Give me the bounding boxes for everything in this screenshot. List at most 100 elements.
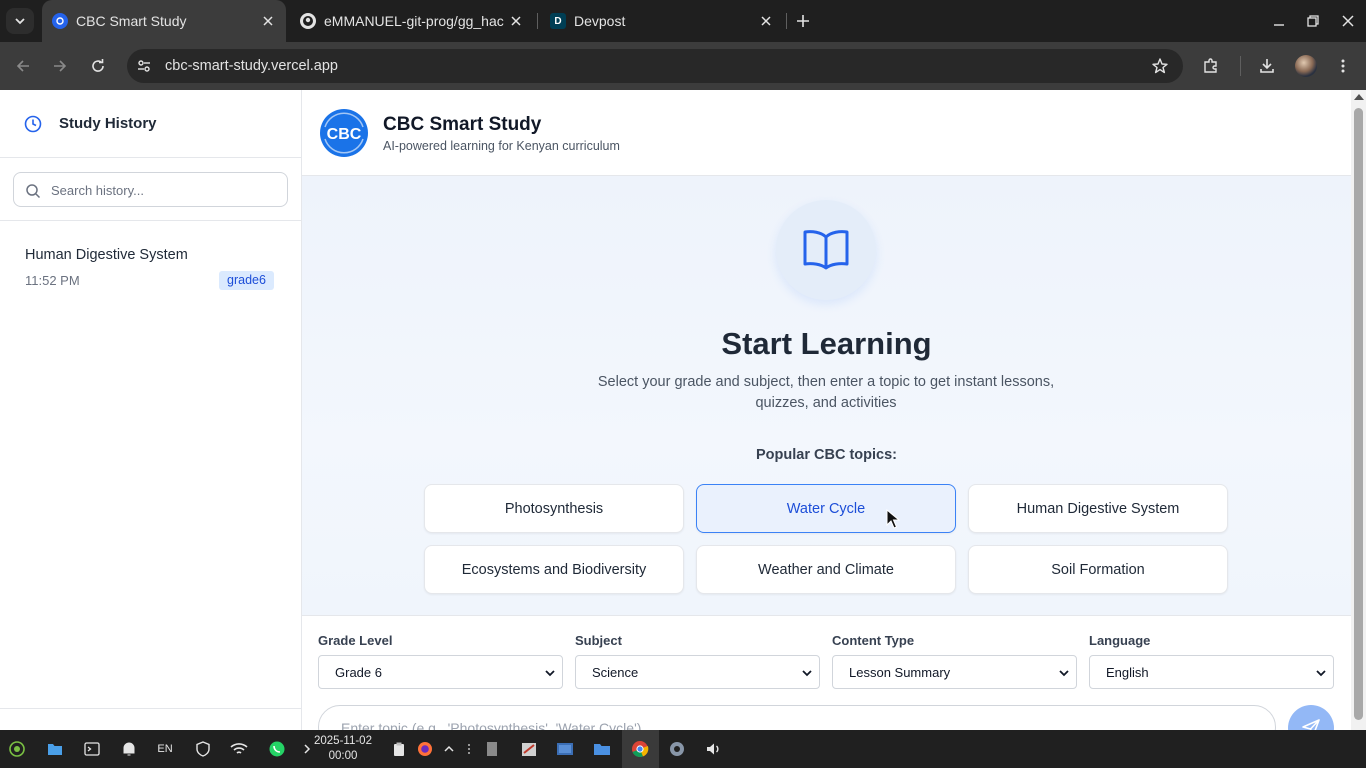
chevron-down-icon	[545, 670, 555, 677]
language-value: English	[1106, 665, 1149, 680]
grip-icon	[460, 740, 478, 758]
topic-button-human-digestive-system[interactable]: Human Digestive System	[968, 484, 1228, 533]
subject-label: Subject	[575, 633, 622, 648]
restore-button[interactable]	[1302, 10, 1324, 32]
history-search-input[interactable]	[51, 180, 276, 200]
sidebar-title: Study History	[59, 115, 157, 132]
shield-icon[interactable]	[194, 740, 212, 758]
topic-button-photosynthesis[interactable]: Photosynthesis	[424, 484, 684, 533]
notifications-bell-icon[interactable]	[120, 740, 138, 758]
history-search-box[interactable]	[13, 172, 288, 207]
site-info-icon[interactable]	[135, 57, 153, 75]
grade-level-value: Grade 6	[335, 665, 382, 680]
popular-topics-label: Popular CBC topics:	[756, 447, 897, 463]
plus-icon	[797, 15, 809, 27]
subject-select[interactable]: Science	[575, 655, 820, 689]
extensions-button[interactable]	[1199, 54, 1223, 78]
history-item-time: 11:52 PM	[25, 273, 80, 288]
volume-icon[interactable]	[705, 740, 723, 758]
address-bar[interactable]: cbc-smart-study.vercel.app	[127, 49, 1183, 83]
mouse-cursor-icon	[886, 509, 900, 529]
calendar-app-icon[interactable]	[520, 740, 538, 758]
settings-app-icon[interactable]	[668, 740, 686, 758]
study-history-sidebar: Study History Human Digestive System 11:…	[0, 90, 302, 730]
chevron-down-icon	[1059, 670, 1069, 677]
taskbar-time: 00:00	[328, 750, 358, 762]
grade-badge: grade6	[219, 271, 274, 290]
send-button[interactable]	[1288, 705, 1334, 730]
browser-tab-strip: CBC Smart Study eMMANUEL-git-prog/gg_hac…	[0, 0, 1366, 42]
grade-level-label: Grade Level	[318, 633, 393, 648]
tab-title: CBC Smart Study	[76, 13, 187, 29]
tab-devpost[interactable]: D Devpost	[540, 0, 784, 42]
language-label: Language	[1089, 633, 1151, 648]
tab-github[interactable]: eMMANUEL-git-prog/gg_hac	[290, 0, 534, 42]
bookmark-star-icon[interactable]	[1151, 57, 1169, 75]
system-menu-icon[interactable]	[8, 740, 26, 758]
app-header: CBC CBC Smart Study AI-powered learning …	[302, 90, 1351, 176]
topic-input[interactable]	[341, 717, 1241, 730]
back-button[interactable]	[11, 54, 35, 78]
close-window-button[interactable]	[1337, 10, 1359, 32]
github-icon	[300, 13, 316, 29]
close-icon[interactable]	[758, 13, 774, 29]
content-type-label: Content Type	[832, 633, 915, 648]
tab-cbc-smart-study[interactable]: CBC Smart Study	[42, 0, 286, 42]
tab-title: Devpost	[574, 13, 626, 29]
chrome-icon[interactable]	[631, 740, 649, 758]
reload-button[interactable]	[86, 54, 110, 78]
profile-avatar[interactable]	[1295, 55, 1317, 77]
topic-button-water-cycle[interactable]: Water Cycle	[696, 484, 956, 533]
scroll-up-arrow-icon[interactable]	[1354, 94, 1364, 100]
file-manager-icon[interactable]	[556, 740, 574, 758]
tray-expand-icon[interactable]	[440, 740, 458, 758]
files-icon[interactable]	[46, 740, 64, 758]
new-tab-button[interactable]	[792, 10, 814, 32]
search-icon	[26, 184, 41, 199]
chevron-down-icon	[802, 670, 812, 677]
tab-search-button[interactable]	[6, 8, 34, 34]
scrollbar-thumb[interactable]	[1354, 108, 1363, 720]
start-learning-description: Select your grade and subject, then ente…	[597, 374, 1055, 411]
content-type-select[interactable]: Lesson Summary	[832, 655, 1077, 689]
tab-divider	[786, 13, 787, 29]
puzzle-icon	[1204, 58, 1217, 73]
download-icon	[1260, 59, 1274, 73]
language-select[interactable]: English	[1089, 655, 1334, 689]
page-scrollbar[interactable]	[1351, 90, 1366, 730]
document-viewer-icon[interactable]	[483, 740, 501, 758]
clipboard-icon[interactable]	[390, 740, 408, 758]
close-icon[interactable]	[508, 13, 524, 29]
topic-input-box[interactable]	[318, 705, 1276, 730]
toolbar-divider	[1240, 56, 1241, 76]
downloads-button[interactable]	[1255, 54, 1279, 78]
study-controls: Grade Level Grade 6 Subject Science Cont…	[302, 615, 1351, 730]
whatsapp-icon[interactable]	[268, 740, 286, 758]
url-text: cbc-smart-study.vercel.app	[165, 58, 338, 74]
grade-level-select[interactable]: Grade 6	[318, 655, 563, 689]
taskbar-date: 2025-11-02	[314, 735, 372, 747]
chevron-down-icon	[1316, 670, 1326, 677]
terminal-icon[interactable]	[83, 740, 101, 758]
topic-button-soil-formation[interactable]: Soil Formation	[968, 545, 1228, 594]
tab-divider	[537, 13, 538, 29]
sidebar-header: Study History	[0, 90, 301, 158]
folder-icon[interactable]	[593, 740, 611, 758]
taskbar-clock[interactable]: 2025-11-02 00:00	[314, 734, 372, 764]
app-subtitle: AI-powered learning for Kenyan curriculu…	[383, 139, 620, 153]
forward-button[interactable]	[48, 54, 72, 78]
arrow-right-icon	[54, 60, 67, 72]
history-item[interactable]: Human Digestive System 11:52 PM grade6	[0, 235, 301, 305]
topic-button-ecosystems-and-biodiversity[interactable]: Ecosystems and Biodiversity	[424, 545, 684, 594]
browser-menu-button[interactable]	[1331, 54, 1355, 78]
close-icon[interactable]	[260, 13, 276, 29]
chevron-down-icon	[15, 18, 25, 25]
history-item-title: Human Digestive System	[25, 247, 188, 263]
firefox-icon[interactable]	[416, 740, 434, 758]
cbc-logo: CBC	[320, 109, 368, 157]
devpost-icon: D	[550, 13, 566, 29]
topic-button-weather-and-climate[interactable]: Weather and Climate	[696, 545, 956, 594]
keyboard-layout-indicator[interactable]: EN	[156, 740, 174, 758]
minimize-button[interactable]	[1268, 10, 1290, 32]
wifi-icon[interactable]	[230, 740, 248, 758]
